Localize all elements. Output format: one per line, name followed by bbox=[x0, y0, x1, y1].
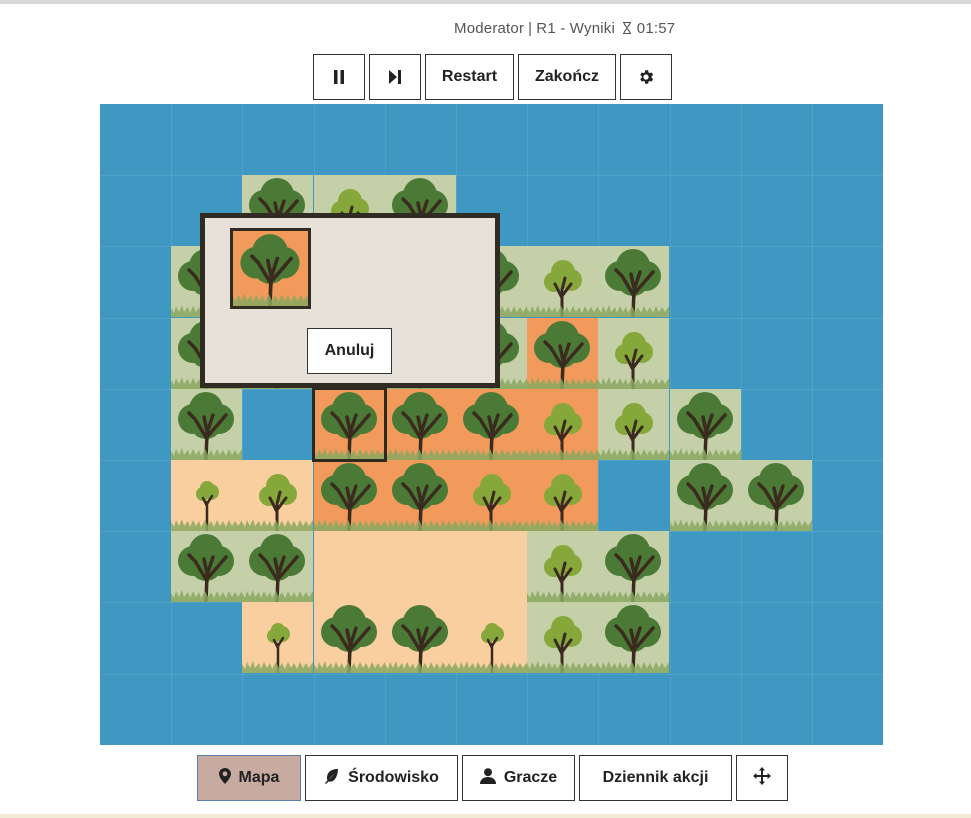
game-map[interactable] bbox=[100, 104, 883, 745]
map-tile[interactable] bbox=[598, 246, 670, 318]
hourglass-icon bbox=[622, 21, 632, 35]
map-tile[interactable] bbox=[527, 388, 599, 460]
map-tile[interactable] bbox=[740, 460, 812, 531]
map-tile[interactable] bbox=[313, 531, 385, 603]
map-tile[interactable] bbox=[598, 317, 670, 389]
tile-option[interactable] bbox=[230, 228, 311, 309]
map-tile[interactable] bbox=[384, 388, 456, 460]
role-label: Moderator bbox=[454, 20, 525, 37]
grid-line bbox=[812, 104, 813, 745]
map-tile[interactable] bbox=[313, 602, 385, 674]
move-view-button[interactable] bbox=[736, 755, 788, 801]
nav-environment-label: Środowisko bbox=[348, 769, 439, 786]
timer-value: 01:57 bbox=[636, 20, 676, 37]
map-tile[interactable] bbox=[456, 531, 527, 603]
map-tile[interactable] bbox=[669, 388, 741, 460]
nav-log-label: Dziennik akcji bbox=[602, 769, 709, 786]
pause-button[interactable] bbox=[313, 54, 365, 100]
cancel-label: Anuluj bbox=[324, 342, 375, 359]
grid-line bbox=[740, 104, 742, 745]
move-arrows-icon bbox=[753, 766, 771, 790]
grid-line bbox=[100, 673, 883, 675]
map-tile[interactable] bbox=[313, 460, 385, 531]
map-tile[interactable] bbox=[527, 531, 599, 603]
pause-icon bbox=[333, 70, 345, 84]
map-tile[interactable] bbox=[456, 602, 527, 674]
bottom-border bbox=[0, 814, 971, 818]
map-tile[interactable] bbox=[384, 602, 456, 674]
cancel-button[interactable]: Anuluj bbox=[307, 328, 392, 374]
map-tile[interactable] bbox=[527, 460, 599, 531]
tile-choice-dialog: Anuluj bbox=[200, 213, 500, 388]
leaf-icon bbox=[324, 768, 340, 789]
game-screen: { "header": { "role": "Moderator", "roun… bbox=[0, 0, 971, 818]
map-tile[interactable] bbox=[598, 531, 670, 603]
settings-button[interactable] bbox=[620, 54, 672, 100]
map-tile[interactable] bbox=[242, 602, 314, 674]
map-tile[interactable] bbox=[456, 460, 527, 531]
map-tile[interactable] bbox=[598, 388, 670, 460]
round-label: R1 - Wyniki bbox=[536, 20, 616, 37]
skip-next-icon bbox=[388, 69, 402, 85]
map-tile[interactable] bbox=[384, 460, 456, 531]
map-tile[interactable] bbox=[171, 460, 243, 531]
map-tile[interactable] bbox=[171, 531, 243, 603]
nav-environment-button[interactable]: Środowisko bbox=[305, 755, 458, 801]
nav-log-button[interactable]: Dziennik akcji bbox=[579, 755, 732, 801]
selected-tile-outline bbox=[311, 386, 387, 462]
map-tile[interactable] bbox=[384, 531, 456, 603]
nav-map-button[interactable]: Mapa bbox=[197, 755, 301, 801]
game-status: Moderator | R1 - Wyniki 01:57 bbox=[454, 20, 676, 37]
map-tile[interactable] bbox=[242, 460, 314, 531]
top-border bbox=[0, 0, 971, 4]
restart-label: Restart bbox=[441, 68, 498, 85]
map-tile[interactable] bbox=[242, 531, 314, 603]
end-button[interactable]: Zakończ bbox=[518, 54, 616, 100]
nav-map-label: Mapa bbox=[238, 769, 280, 786]
map-tile[interactable] bbox=[669, 460, 741, 531]
map-pin-icon bbox=[218, 767, 231, 789]
map-tile[interactable] bbox=[527, 317, 599, 389]
grid-line bbox=[100, 175, 883, 177]
map-tile[interactable] bbox=[171, 388, 243, 460]
map-tile[interactable] bbox=[527, 602, 599, 674]
nav-players-label: Gracze bbox=[503, 769, 558, 786]
map-tile[interactable] bbox=[456, 388, 527, 460]
next-step-button[interactable] bbox=[369, 54, 421, 100]
user-icon bbox=[479, 767, 496, 789]
nav-players-button[interactable]: Gracze bbox=[462, 755, 575, 801]
end-label: Zakończ bbox=[534, 68, 599, 85]
map-tile[interactable] bbox=[598, 602, 670, 674]
restart-button[interactable]: Restart bbox=[425, 54, 514, 100]
gear-icon bbox=[637, 68, 655, 86]
map-tile[interactable] bbox=[527, 246, 599, 318]
